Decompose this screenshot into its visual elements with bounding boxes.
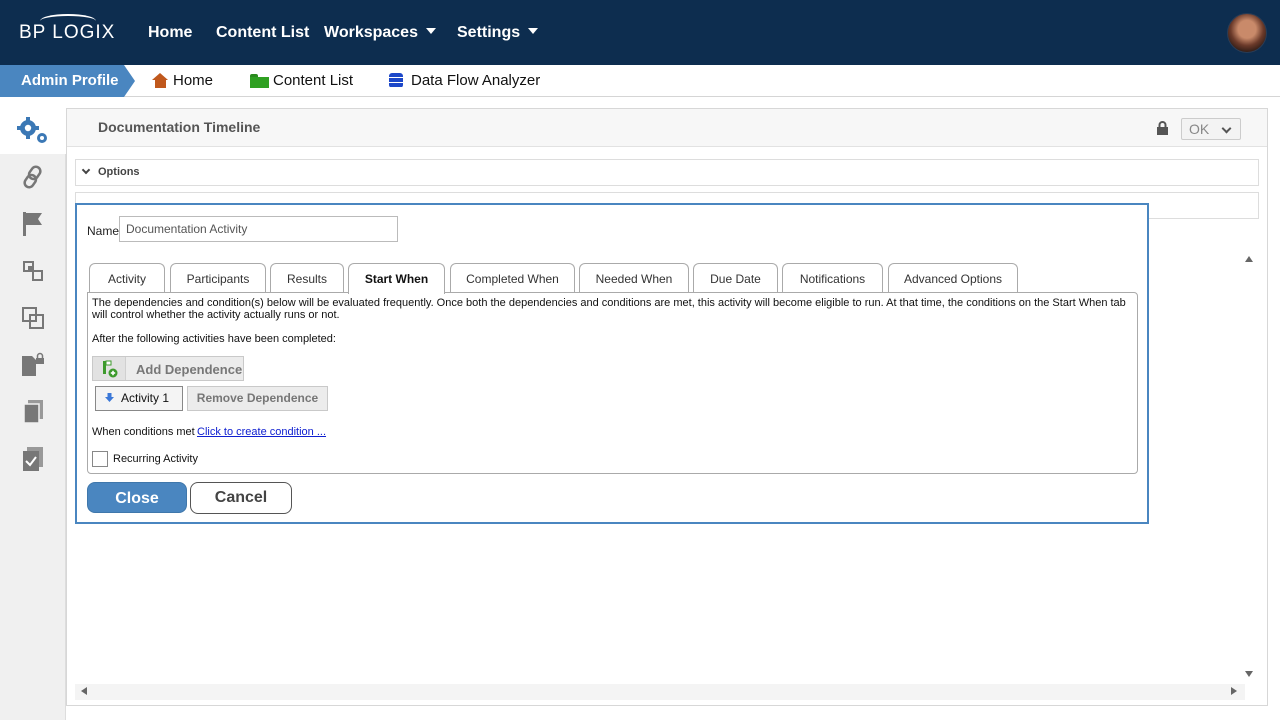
breadcrumb-home[interactable]: Home [152, 72, 213, 89]
chevron-down-icon [1221, 123, 1232, 134]
sidebar-item-protected-documents[interactable] [0, 342, 66, 388]
sidebar-item-tasks[interactable] [0, 436, 66, 482]
tab-start-when[interactable]: Start When [348, 263, 445, 294]
close-button[interactable]: Close [87, 482, 187, 513]
page-title: Documentation Timeline [98, 119, 261, 135]
chevron-down-icon [528, 28, 539, 34]
nav-settings-label: Settings [457, 24, 521, 41]
lock-icon[interactable] [1156, 121, 1169, 135]
scroll-down-arrow-icon[interactable] [1245, 671, 1253, 677]
recurring-activity-checkbox[interactable] [92, 451, 108, 467]
ok-label: OK [1189, 121, 1210, 137]
nav-content-list-label: Content List [216, 24, 310, 41]
sidebar-item-links[interactable] [0, 154, 66, 200]
horizontal-scrollbar[interactable] [75, 684, 1245, 700]
sidebar-item-documents[interactable] [0, 389, 66, 435]
nav-content-list[interactable]: Content List [216, 24, 309, 42]
tab-due-date[interactable]: Due Date [693, 263, 778, 293]
checklist-icon [23, 447, 43, 471]
admin-tab-arrow [124, 65, 135, 97]
tab-activity[interactable]: Activity [89, 263, 165, 293]
scroll-right-arrow-icon[interactable] [1231, 687, 1237, 695]
breadcrumb: Admin Profile Home Content List Data Flo… [0, 65, 1280, 97]
ok-dropdown-button[interactable]: OK [1181, 118, 1241, 140]
create-condition-link[interactable]: Click to create condition ... [197, 426, 326, 438]
sidebar-item-milestones[interactable] [0, 201, 66, 247]
nav-home[interactable]: Home [148, 24, 192, 42]
breadcrumb-content-list-label: Content List [273, 72, 354, 89]
sidebar-item-settings[interactable] [0, 108, 66, 154]
scroll-up-arrow-icon[interactable] [1245, 256, 1253, 262]
panel-header: Documentation Timeline OK [67, 109, 1267, 147]
left-sidebar [0, 108, 66, 720]
recurring-activity-label: Recurring Activity [113, 453, 198, 465]
tab-advanced-options[interactable]: Advanced Options [888, 263, 1018, 293]
flag-icon [23, 212, 42, 236]
cancel-button[interactable]: Cancel [190, 482, 292, 514]
tab-needed-when[interactable]: Needed When [579, 263, 689, 293]
admin-profile-tab[interactable]: Admin Profile [0, 65, 124, 97]
gears-icon [17, 117, 47, 143]
options-label: Options [98, 166, 140, 178]
breadcrumb-home-label: Home [173, 72, 214, 89]
add-dependence-icon [93, 357, 126, 380]
scroll-left-arrow-icon[interactable] [81, 687, 87, 695]
start-when-panel: The dependencies and condition(s) below … [87, 292, 1138, 474]
dependencies-heading: After the following activities have been… [92, 333, 336, 345]
chevron-down-icon [425, 28, 436, 34]
nodes-icon [23, 261, 43, 281]
link-icon [23, 165, 42, 189]
options-section-header[interactable]: Options [75, 159, 1259, 186]
nav-home-label: Home [148, 24, 193, 41]
add-dependence-label: Add Dependence [136, 362, 243, 377]
activity-name-field[interactable]: Documentation Activity [119, 216, 398, 242]
arrow-down-icon [105, 393, 114, 402]
top-navigation-bar: BP LOGIX Home Content List Workspaces Se… [0, 0, 1280, 65]
nav-workspaces-label: Workspaces [324, 24, 418, 41]
home-icon [152, 73, 169, 88]
user-avatar[interactable] [1227, 13, 1267, 53]
dependency-item-label: Activity 1 [121, 391, 170, 405]
tab-completed-when[interactable]: Completed When [450, 263, 575, 293]
activity-dialog: Name Documentation Activity Activity Par… [75, 203, 1149, 524]
sidebar-item-nodes[interactable] [0, 248, 66, 294]
logo-swoosh [40, 14, 96, 28]
breadcrumb-content-list[interactable]: Content List [250, 72, 353, 89]
remove-dependence-button[interactable]: Remove Dependence [187, 386, 328, 411]
tab-participants[interactable]: Participants [170, 263, 266, 293]
breadcrumb-data-flow-analyzer[interactable]: Data Flow Analyzer [389, 72, 540, 89]
locked-document-icon [22, 352, 44, 376]
layers-icon [22, 307, 44, 329]
sidebar-item-layers[interactable] [0, 295, 66, 341]
database-icon [389, 73, 403, 88]
name-label: Name [87, 224, 120, 238]
dependency-item-activity-1[interactable]: Activity 1 [95, 386, 183, 411]
when-conditions-label: When conditions met [92, 426, 195, 438]
nav-settings[interactable]: Settings [457, 24, 539, 42]
start-when-description: The dependencies and condition(s) below … [92, 297, 1126, 321]
documents-icon [23, 400, 43, 424]
breadcrumb-data-flow-analyzer-label: Data Flow Analyzer [411, 72, 541, 89]
add-dependence-button[interactable]: Add Dependence [92, 356, 244, 381]
chevron-down-icon [81, 165, 91, 175]
tab-notifications[interactable]: Notifications [782, 263, 883, 293]
tab-results[interactable]: Results [270, 263, 344, 293]
nav-workspaces[interactable]: Workspaces [324, 24, 436, 42]
folder-icon [250, 73, 269, 88]
